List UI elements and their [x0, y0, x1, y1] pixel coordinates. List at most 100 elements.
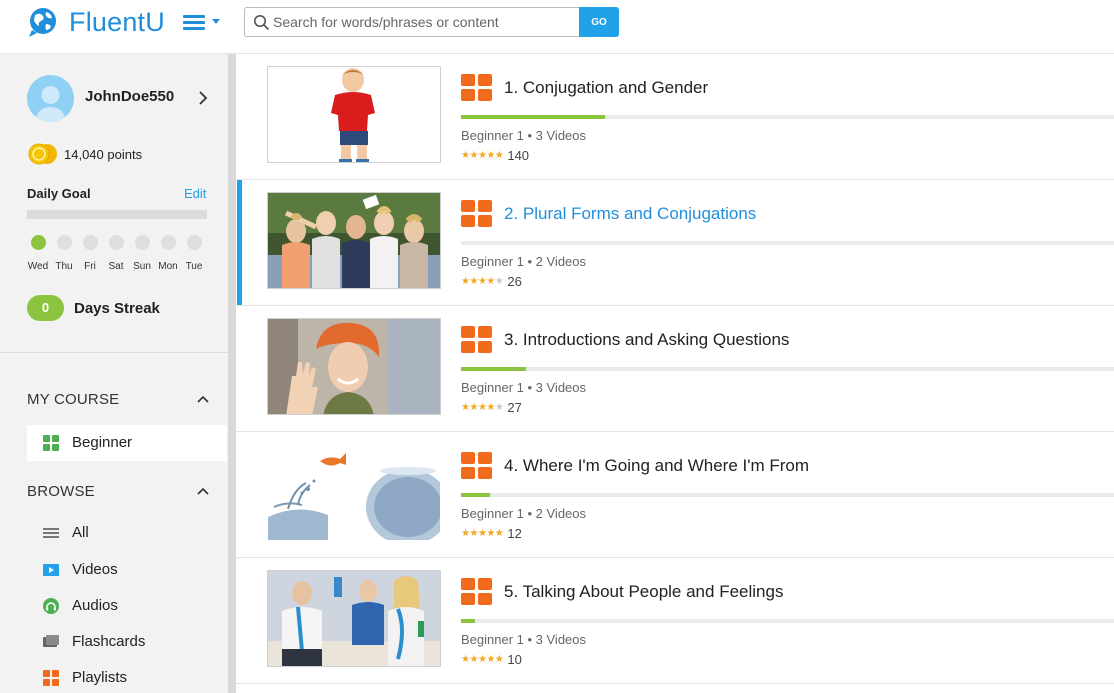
rating-count: 12	[507, 526, 522, 542]
lesson-grid-icon	[461, 326, 493, 354]
browse-item-label: Playlists	[72, 669, 128, 686]
course-item-label: Beginner	[72, 434, 133, 451]
goal-complete-dot	[30, 235, 46, 250]
lesson-thumbnail[interactable]	[267, 444, 441, 541]
weekday-tracker: Wed Thu Fri Sat Sun Mon Tue	[25, 235, 211, 275]
lesson-title[interactable]: 5. Talking About People and Feelings	[504, 582, 783, 602]
coins-icon	[28, 143, 57, 165]
search-go-button[interactable]: GO	[579, 7, 619, 37]
rating-count: 140	[507, 148, 530, 164]
weekday-label: Fri	[84, 261, 96, 272]
lesson-title[interactable]: 3. Introductions and Asking Questions	[504, 330, 789, 350]
weekday-mon: Mon	[155, 235, 181, 272]
waving-woman-image	[268, 319, 440, 414]
lesson-thumbnail[interactable]	[267, 570, 441, 667]
lesson-rating: ★★★★★ 26	[461, 273, 522, 290]
lesson-row[interactable]: 3. Introductions and Asking Questions Be…	[236, 306, 1114, 432]
sidebar: JohnDoe550 14,040 points Daily Goal Edit…	[0, 54, 236, 693]
lesson-progress-fill	[461, 115, 605, 119]
goal-incomplete-dot	[82, 235, 98, 250]
browse-item-label: Flashcards	[72, 633, 146, 650]
my-course-section-toggle[interactable]: MY COURSE	[27, 391, 211, 411]
user-silhouette-icon	[35, 86, 66, 122]
boy-red-shirt-image	[268, 67, 440, 162]
avatar[interactable]	[27, 75, 74, 122]
weekday-label: Wed	[27, 261, 49, 272]
lesson-thumbnail[interactable]	[267, 318, 441, 415]
lesson-meta: Beginner 1 • 2 Videos	[461, 254, 587, 269]
weekday-label: Mon	[158, 261, 178, 272]
lesson-row[interactable]: 1. Conjugation and Gender Beginner 1 • 3…	[236, 54, 1114, 180]
lesson-meta: Beginner 1 • 2 Videos	[461, 506, 587, 521]
daily-goal-label: Daily Goal	[27, 186, 91, 201]
lesson-progress-bar	[461, 115, 1114, 119]
browse-item-label: All	[72, 524, 89, 541]
weekday-label: Thu	[55, 261, 73, 272]
browse-item-audios[interactable]: Audios	[40, 592, 220, 620]
goal-incomplete-dot	[186, 235, 202, 250]
lesson-rating: ★★★★★ 27	[461, 399, 522, 416]
weekday-label: Sat	[108, 261, 124, 272]
lesson-grid-icon	[461, 578, 493, 606]
flashcards-icon	[43, 635, 59, 647]
browse-item-playlists[interactable]: Playlists	[40, 664, 220, 692]
search-icon	[254, 15, 270, 31]
headphones-icon	[43, 598, 59, 614]
lesson-progress-bar	[461, 619, 1114, 623]
browse-item-flashcards[interactable]: Flashcards	[40, 628, 220, 656]
chevron-right-icon[interactable]	[198, 91, 208, 105]
search-input[interactable]	[273, 8, 573, 36]
active-row-indicator	[237, 180, 242, 305]
star-rating-icon: ★★★★★	[461, 276, 504, 288]
lesson-row[interactable]: 4. Where I'm Going and Where I'm From Be…	[236, 432, 1114, 558]
weekday-sat: Sat	[103, 235, 129, 272]
weekday-fri: Fri	[77, 235, 103, 272]
browse-item-all[interactable]: All	[40, 519, 220, 547]
lesson-meta: Beginner 1 • 3 Videos	[461, 632, 587, 647]
lesson-progress-fill	[461, 367, 527, 371]
lesson-row[interactable]: 2. Plural Forms and Conjugations Beginne…	[236, 180, 1114, 306]
lesson-meta: Beginner 1 • 3 Videos	[461, 380, 587, 395]
lesson-thumbnail[interactable]	[267, 66, 441, 163]
goal-incomplete-dot	[134, 235, 150, 250]
browse-item-videos[interactable]: Videos	[40, 556, 220, 584]
daily-goal-edit-link[interactable]: Edit	[184, 186, 206, 201]
playlists-icon	[43, 670, 59, 686]
my-course-heading: MY COURSE	[27, 391, 120, 408]
fluentu-logo[interactable]: FluentU	[26, 5, 174, 39]
lesson-title[interactable]: 2. Plural Forms and Conjugations	[504, 204, 756, 224]
course-item-beginner[interactable]: Beginner	[27, 425, 227, 461]
lesson-rating: ★★★★★ 140	[461, 147, 530, 164]
weekday-thu: Thu	[51, 235, 77, 272]
lesson-progress-bar	[461, 367, 1114, 371]
lesson-row[interactable]: 5. Talking About People and Feelings Beg…	[236, 558, 1114, 684]
rating-count: 26	[507, 274, 522, 290]
username[interactable]: JohnDoe550	[85, 88, 174, 105]
rating-count: 27	[507, 400, 522, 416]
lesson-rating: ★★★★★ 10	[461, 651, 522, 668]
globe-logo-icon	[29, 8, 56, 37]
search-box	[244, 7, 580, 37]
star-rating-icon: ★★★★★	[461, 150, 504, 162]
weekday-tue: Tue	[181, 235, 207, 272]
rating-count: 10	[507, 652, 522, 668]
lesson-grid-icon	[461, 452, 493, 480]
star-rating-icon: ★★★★★	[461, 402, 504, 414]
goal-incomplete-dot	[160, 235, 176, 250]
goal-incomplete-dot	[56, 235, 72, 250]
jumping-goldfish-image	[268, 445, 440, 540]
sidebar-divider	[0, 352, 228, 353]
lesson-thumbnail[interactable]	[267, 192, 441, 289]
logo-text: FluentU	[69, 7, 165, 37]
hamburger-menu-button[interactable]	[183, 11, 225, 33]
browse-section-toggle[interactable]: BROWSE	[27, 483, 211, 503]
weekday-label: Tue	[185, 261, 203, 272]
list-icon	[43, 528, 59, 538]
party-people-image	[268, 571, 440, 666]
lesson-title[interactable]: 4. Where I'm Going and Where I'm From	[504, 456, 809, 476]
browse-heading: BROWSE	[27, 483, 95, 500]
course-grid-icon	[43, 435, 59, 451]
lesson-title[interactable]: 1. Conjugation and Gender	[504, 78, 708, 98]
sidebar-scrollbar[interactable]	[228, 54, 236, 693]
lesson-progress-bar	[461, 241, 1114, 245]
